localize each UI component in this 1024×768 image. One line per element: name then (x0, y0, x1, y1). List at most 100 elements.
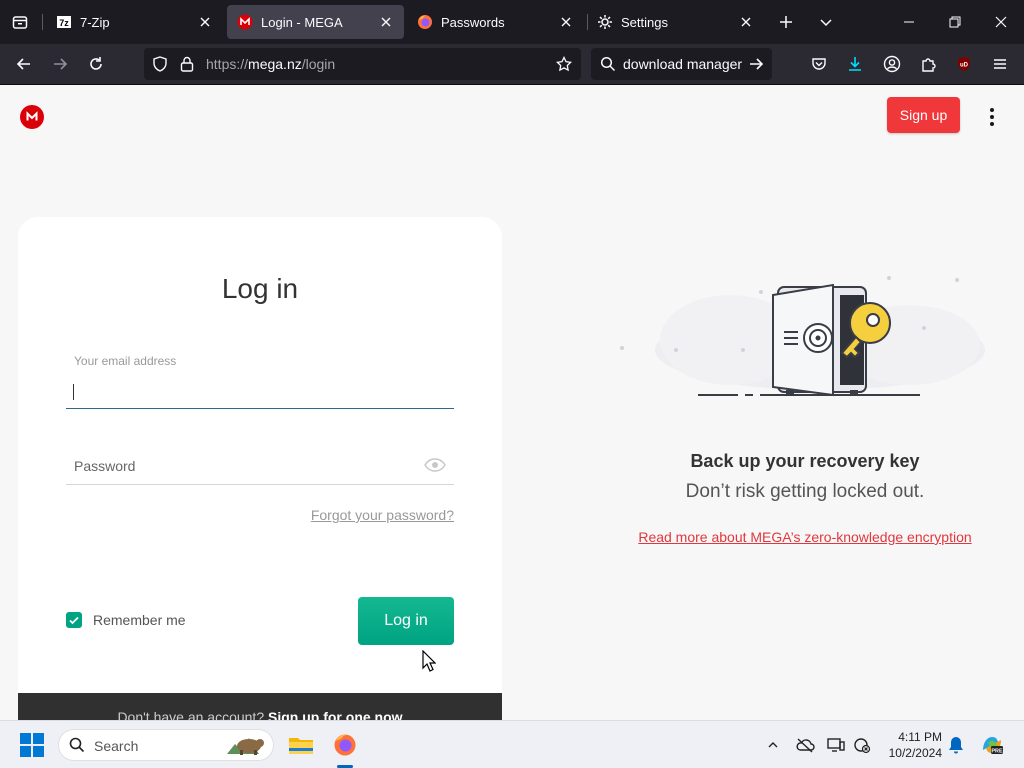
close-tab-icon[interactable] (378, 14, 394, 30)
taskbar-search-box[interactable]: Search (58, 729, 274, 761)
copilot-pre-icon[interactable]: PRE (980, 735, 1004, 755)
onedrive-offline-icon[interactable] (795, 735, 815, 755)
login-card: Log in Your email address Password Forgo… (18, 217, 502, 720)
minimize-icon (904, 21, 914, 23)
tab-label: Login - MEGA (261, 14, 343, 30)
tab-7zip[interactable]: 7z 7-Zip (46, 5, 223, 39)
password-placeholder: Password (74, 458, 136, 474)
lock-icon[interactable] (180, 56, 194, 77)
clock-time: 4:11 PM (898, 730, 942, 744)
windows-taskbar: Search 4:11 PM 10/2/2024 PRE (0, 720, 1024, 768)
minimize-button[interactable] (894, 7, 924, 37)
back-arrow-icon (16, 58, 30, 70)
forward-button[interactable] (45, 49, 75, 79)
footer-prefix-text: Don't have an account? (117, 709, 265, 720)
tab-label: 7-Zip (80, 14, 110, 30)
list-all-tabs-button[interactable] (811, 7, 841, 37)
firefox-icon (417, 14, 433, 30)
svg-text:7z: 7z (59, 18, 69, 28)
search-icon (600, 56, 616, 77)
ublock-origin-icon: uD (958, 57, 970, 71)
tab-label: Passwords (441, 14, 505, 30)
text-caret (73, 384, 74, 400)
mega-login-page: Sign up Log in Your email address Passwo… (0, 85, 1024, 720)
taskbar-search-label: Search (94, 738, 139, 754)
pocket-button[interactable] (804, 49, 834, 79)
show-password-eye-icon[interactable] (424, 457, 446, 473)
remember-me-label[interactable]: Remember me (93, 612, 186, 628)
account-icon (883, 55, 901, 73)
svg-text:PRE: PRE (991, 749, 1003, 755)
shield-icon[interactable] (152, 56, 168, 77)
recovery-key-heading: Back up your recovery key (690, 451, 920, 471)
new-tab-button[interactable] (771, 7, 801, 37)
download-icon (849, 57, 861, 71)
clock-date: 10/2/2024 (888, 746, 942, 760)
extensions-button[interactable] (913, 49, 943, 79)
puzzle-icon (922, 58, 936, 72)
taskbar-clock[interactable]: 4:11 PM 10/2/2024 (882, 729, 942, 761)
bing-highlight-animal-icon (227, 738, 264, 755)
ublock-button[interactable]: uD (949, 49, 979, 79)
bookmark-star-icon[interactable] (555, 55, 573, 77)
back-button[interactable] (9, 49, 39, 79)
reload-icon (90, 57, 102, 70)
signup-footer: Don't have an account? Sign up for one n… (18, 693, 502, 720)
notification-bell-icon[interactable] (946, 735, 966, 755)
sign-up-button[interactable]: Sign up (887, 97, 960, 133)
address-bar[interactable]: https://mega.nz/login (144, 48, 581, 80)
go-arrow-icon[interactable] (748, 56, 764, 77)
url-path: /login (301, 56, 336, 72)
tab-label: Settings (621, 14, 668, 30)
close-tab-icon[interactable] (197, 14, 213, 30)
firefox-taskbar-icon[interactable] (329, 729, 361, 761)
remember-me-checkbox[interactable] (66, 612, 82, 628)
restore-button[interactable] (940, 7, 970, 37)
close-tab-icon[interactable] (738, 14, 754, 30)
login-title: Log in (221, 273, 299, 304)
tab-settings[interactable]: Settings (587, 5, 764, 39)
close-window-button[interactable] (986, 7, 1016, 37)
plus-icon (780, 16, 792, 28)
hamburger-menu-icon (994, 59, 1006, 69)
search-bar[interactable]: download manager (591, 48, 772, 80)
email-field-label: Your email address (74, 354, 177, 368)
forward-arrow-icon (54, 58, 68, 70)
forgot-password-link[interactable]: Forgot your password? (311, 507, 454, 523)
account-button[interactable] (877, 49, 907, 79)
reload-button[interactable] (81, 49, 111, 79)
search-query: download manager (623, 56, 743, 72)
close-icon (995, 16, 1007, 28)
checkmark-icon (69, 616, 79, 625)
tab-list-button[interactable] (0, 0, 40, 44)
tab-passwords[interactable]: Passwords (407, 5, 584, 39)
more-options-icon[interactable] (982, 105, 1002, 129)
downloads-button[interactable] (840, 49, 870, 79)
sign-up-now-link[interactable]: Sign up for one now (268, 709, 403, 720)
file-explorer-icon[interactable] (285, 729, 317, 761)
pocket-icon (812, 58, 826, 70)
recovery-key-subtitle: Don’t risk getting locked out. (685, 481, 925, 502)
mega-icon (237, 14, 253, 30)
log-in-button[interactable]: Log in (358, 597, 454, 645)
show-hidden-icons-chevron-up-icon[interactable] (763, 735, 783, 755)
tab-separator (42, 14, 43, 30)
close-tab-icon[interactable] (558, 14, 574, 30)
network-no-internet-icon[interactable] (852, 735, 872, 755)
url-host: mega.nz (248, 56, 302, 72)
url-text[interactable]: https://mega.nz/login (206, 56, 335, 72)
app-menu-button[interactable] (985, 49, 1015, 79)
email-field[interactable] (66, 375, 454, 409)
mega-logo-icon[interactable] (20, 105, 44, 129)
url-scheme: https:// (206, 56, 249, 72)
tab-list-icon (12, 16, 28, 29)
windows-start-icon[interactable] (20, 733, 44, 757)
svg-text:uD: uD (960, 63, 969, 69)
display-device-icon[interactable] (826, 735, 846, 755)
zero-knowledge-link[interactable]: Read more about MEGA’s zero-knowledge en… (605, 529, 1005, 545)
tab-login-mega[interactable]: Login - MEGA (227, 5, 404, 39)
restore-icon (949, 16, 961, 28)
safe-with-key-illustration (620, 276, 985, 397)
chevron-down-icon (820, 19, 832, 27)
navigation-toolbar: https://mega.nz/login download manager u… (0, 44, 1024, 85)
